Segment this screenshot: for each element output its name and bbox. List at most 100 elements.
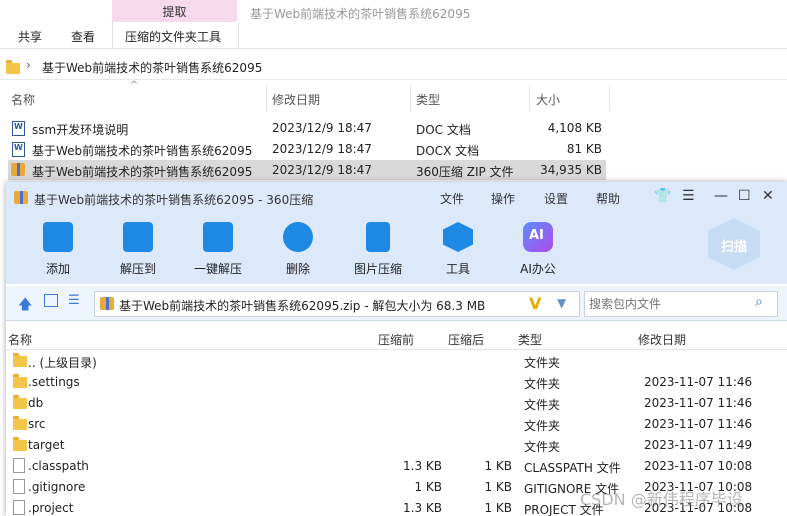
item-size-after: 1 KB bbox=[484, 480, 512, 494]
item-type: 文件夹 bbox=[524, 356, 561, 370]
file-size: 81 KB bbox=[566, 142, 602, 156]
minimize-icon[interactable]: — bbox=[714, 188, 728, 204]
file-size: 34,935 KB bbox=[540, 163, 602, 177]
item-name: target bbox=[28, 438, 65, 452]
delete-icon bbox=[283, 222, 313, 252]
file-row[interactable]: 基于Web前端技术的茶叶销售系统62095 2023/12/9 18:47 DO… bbox=[8, 139, 606, 159]
menu-help[interactable]: 帮助 bbox=[596, 190, 620, 207]
file-row-selected[interactable]: 基于Web前端技术的茶叶销售系统62095 2023/12/9 18:47 36… bbox=[8, 160, 606, 180]
item-size-before: 1.3 KB bbox=[403, 459, 442, 473]
item-name: .classpath bbox=[28, 459, 89, 473]
v-badge-icon[interactable]: V bbox=[529, 294, 541, 313]
maximize-icon[interactable]: ☐ bbox=[738, 188, 751, 204]
col-type[interactable]: 类型 bbox=[518, 331, 542, 348]
col-size[interactable]: 大小 bbox=[536, 91, 560, 108]
list-item[interactable]: target 文件夹 2023-11-07 11:49 bbox=[6, 434, 787, 455]
list-item[interactable]: src 文件夹 2023-11-07 11:46 bbox=[6, 413, 787, 434]
tool-label: 删除 bbox=[285, 262, 310, 276]
file-row[interactable]: ssm开发环境说明 2023/12/9 18:47 DOC 文档 4,108 K… bbox=[8, 118, 606, 138]
list-view-icon[interactable]: ☰ bbox=[68, 293, 80, 308]
file-type: DOC 文档 bbox=[416, 123, 471, 137]
file-icon bbox=[13, 458, 25, 473]
folder-icon bbox=[13, 437, 27, 451]
file-icon bbox=[13, 479, 25, 494]
tab-compressed-folder-tools[interactable]: 压缩的文件夹工具 bbox=[125, 28, 221, 45]
file-name: 基于Web前端技术的茶叶销售系统62095 bbox=[32, 144, 253, 158]
folder-icon bbox=[13, 395, 27, 409]
archiver-title: 基于Web前端技术的茶叶销售系统62095 - 360压缩 bbox=[34, 193, 314, 207]
col-name[interactable]: 名称 bbox=[11, 91, 35, 108]
file-type: DOCX 文档 bbox=[416, 144, 480, 158]
menu-operate[interactable]: 操作 bbox=[491, 190, 515, 207]
tool-tools[interactable]: 工具 bbox=[428, 222, 488, 280]
close-icon[interactable]: ✕ bbox=[762, 188, 774, 204]
tool-label: 工具 bbox=[445, 262, 470, 276]
archive-path-field[interactable]: 基于Web前端技术的茶叶销售系统62095.zip - 解包大小为 68.3 M… bbox=[94, 291, 580, 317]
chevron-down-icon[interactable]: ▼ bbox=[557, 296, 566, 310]
col-before[interactable]: 压缩前 bbox=[378, 331, 414, 348]
tab-extract[interactable]: 提取 bbox=[112, 0, 237, 22]
extract-to-icon bbox=[123, 222, 153, 252]
explorer-ribbon: 提取 共享 查看 压缩的文件夹工具 基于Web前端技术的茶叶销售系统62095 bbox=[0, 0, 787, 49]
scan-label: 扫描 bbox=[720, 240, 747, 255]
item-name: .settings bbox=[28, 375, 80, 389]
image-compress-icon bbox=[366, 222, 390, 252]
menu-settings[interactable]: 设置 bbox=[544, 190, 568, 207]
item-name: .. (上级目录) bbox=[28, 356, 97, 370]
chevron-right-icon: › bbox=[26, 58, 31, 72]
col-type[interactable]: 类型 bbox=[416, 91, 440, 108]
shirt-skin-icon[interactable]: 👕 bbox=[654, 188, 671, 204]
list-item[interactable]: .classpath 1.3 KB 1 KB CLASSPATH 文件 2023… bbox=[6, 455, 787, 476]
up-arrow-icon[interactable]: 🡅 bbox=[18, 294, 32, 318]
file-date: 2023/12/9 18:47 bbox=[272, 142, 372, 156]
menu-file[interactable]: 文件 bbox=[440, 190, 464, 207]
search-icon[interactable]: ⌕ bbox=[755, 294, 763, 310]
file-date: 2023/12/9 18:47 bbox=[272, 121, 372, 135]
col-date[interactable]: 修改日期 bbox=[638, 331, 686, 348]
archive-path: 基于Web前端技术的茶叶销售系统62095.zip - 解包大小为 68.3 M… bbox=[119, 299, 486, 313]
tool-delete[interactable]: 删除 bbox=[268, 222, 328, 280]
ai-office-icon: AI bbox=[523, 222, 553, 252]
scan-button[interactable]: 扫描 bbox=[708, 218, 760, 270]
item-type: 文件夹 bbox=[524, 419, 561, 433]
item-date: 2023-11-07 11:46 bbox=[644, 396, 753, 410]
file-name: ssm开发环境说明 bbox=[32, 123, 129, 137]
tool-image-compress[interactable]: 图片压缩 bbox=[348, 222, 408, 280]
tool-add[interactable]: 添加 bbox=[28, 222, 88, 280]
item-date: 2023-11-07 11:49 bbox=[644, 438, 753, 452]
archiver-toolbar-area: 基于Web前端技术的茶叶销售系统62095 - 360压缩 文件 操作 设置 帮… bbox=[6, 182, 787, 284]
details-view-icon[interactable] bbox=[44, 294, 58, 307]
address-bar[interactable]: › 基于Web前端技术的茶叶销售系统62095 bbox=[0, 55, 787, 80]
archive-search[interactable]: ⌕ bbox=[584, 291, 778, 317]
file-icon bbox=[13, 500, 25, 515]
word-doc-icon bbox=[12, 121, 25, 136]
search-input[interactable] bbox=[587, 294, 751, 314]
item-type: 文件夹 bbox=[524, 398, 561, 412]
list-item[interactable]: .settings 文件夹 2023-11-07 11:46 bbox=[6, 371, 787, 392]
folder-icon bbox=[13, 416, 27, 430]
list-item[interactable]: db 文件夹 2023-11-07 11:46 bbox=[6, 392, 787, 413]
tool-extract-to[interactable]: 解压到 bbox=[108, 222, 168, 280]
item-size-after: 1 KB bbox=[484, 459, 512, 473]
archiver-nav-bar: 🡅 ☰ 基于Web前端技术的茶叶销售系统62095.zip - 解包大小为 68… bbox=[6, 286, 787, 321]
tab-share[interactable]: 共享 bbox=[18, 28, 42, 45]
col-name[interactable]: 名称 bbox=[8, 331, 32, 348]
item-date: 2023-11-07 11:46 bbox=[644, 375, 753, 389]
list-item[interactable]: .. (上级目录) 文件夹 bbox=[6, 350, 787, 371]
sort-up-icon: ^ bbox=[130, 80, 139, 91]
menu-lines-icon[interactable]: ☰ bbox=[682, 188, 695, 204]
watermark: CSDN @新伟程序毕设 bbox=[580, 490, 743, 509]
tool-label: 解压到 bbox=[119, 262, 156, 276]
col-after[interactable]: 压缩后 bbox=[448, 331, 484, 348]
one-click-extract-icon bbox=[203, 222, 233, 252]
tab-view[interactable]: 查看 bbox=[71, 28, 95, 45]
folder-icon bbox=[13, 374, 27, 388]
tool-ai-office[interactable]: AI AI办公 bbox=[508, 222, 568, 280]
zip-archive-icon bbox=[100, 297, 114, 310]
address-path: 基于Web前端技术的茶叶销售系统62095 bbox=[42, 61, 263, 75]
archiver-window: 基于Web前端技术的茶叶销售系统62095 - 360压缩 文件 操作 设置 帮… bbox=[6, 182, 787, 516]
col-modified[interactable]: 修改日期 bbox=[272, 91, 320, 108]
tool-one-click-extract[interactable]: 一键解压 bbox=[188, 222, 248, 280]
tools-icon bbox=[443, 222, 473, 252]
file-name: 基于Web前端技术的茶叶销售系统62095 bbox=[32, 165, 253, 179]
